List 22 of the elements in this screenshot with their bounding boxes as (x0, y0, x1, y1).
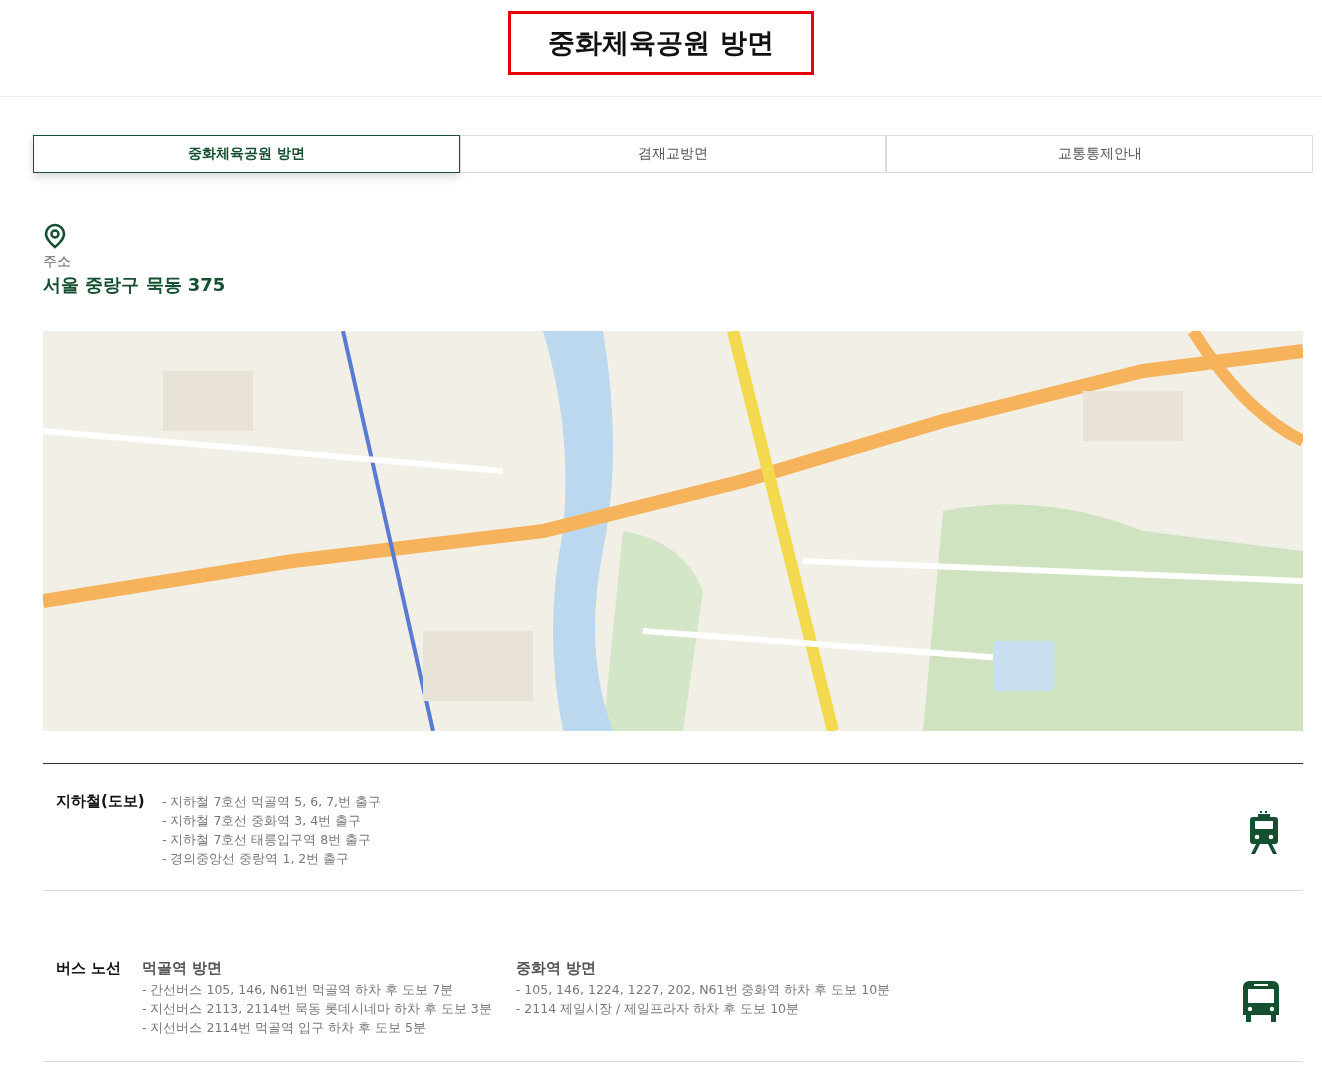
route-text: - 105, 146, 1224, 1227, 202, N61번 중화역 하차 후 도보 10분 (515, 981, 891, 999)
route-text: - 경의중앙선 중랑역 1, 2번 출구 (162, 850, 350, 868)
address-label: 주소 (43, 253, 72, 271)
train-icon (1249, 811, 1279, 857)
group-title: 중화역 방면 (515, 959, 598, 978)
route-text: - 지하철 7호선 태릉입구역 8번 출구 (162, 831, 372, 849)
tab[interactable]: 교통통제안내 (886, 135, 1313, 173)
route-text: - 지선버스 2114번 먹골역 입구 하차 후 도보 5분 (142, 1019, 427, 1037)
tab[interactable]: 중화체육공원 방면 (33, 135, 460, 173)
section-title: 지하철(도보) (56, 792, 146, 811)
group-title: 먹골역 방면 (142, 959, 224, 978)
location-pin-icon (43, 223, 67, 249)
route-text: - 지선버스 2113, 2114번 묵동 롯데시네마 하차 후 도보 3분 (142, 1000, 492, 1018)
bus-icon (1243, 981, 1279, 1023)
route-text: - 지하철 7호선 중화역 3, 4번 출구 (162, 812, 362, 830)
section-title: 버스 노선 (56, 959, 123, 978)
address-text: 서울 중랑구 묵동 375 (43, 273, 227, 297)
route-text: - 2114 제일시장 / 제일프라자 하차 후 도보 10분 (515, 1000, 800, 1018)
route-text: - 지하철 7호선 먹골역 5, 6, 7,번 출구 (162, 793, 382, 811)
page-title: 중화체육공원 방면 (508, 11, 814, 75)
route-text: - 간선버스 105, 146, N61번 먹골역 하차 후 도보 7분 (142, 981, 454, 999)
tab[interactable]: 겸재교방면 (459, 135, 887, 173)
